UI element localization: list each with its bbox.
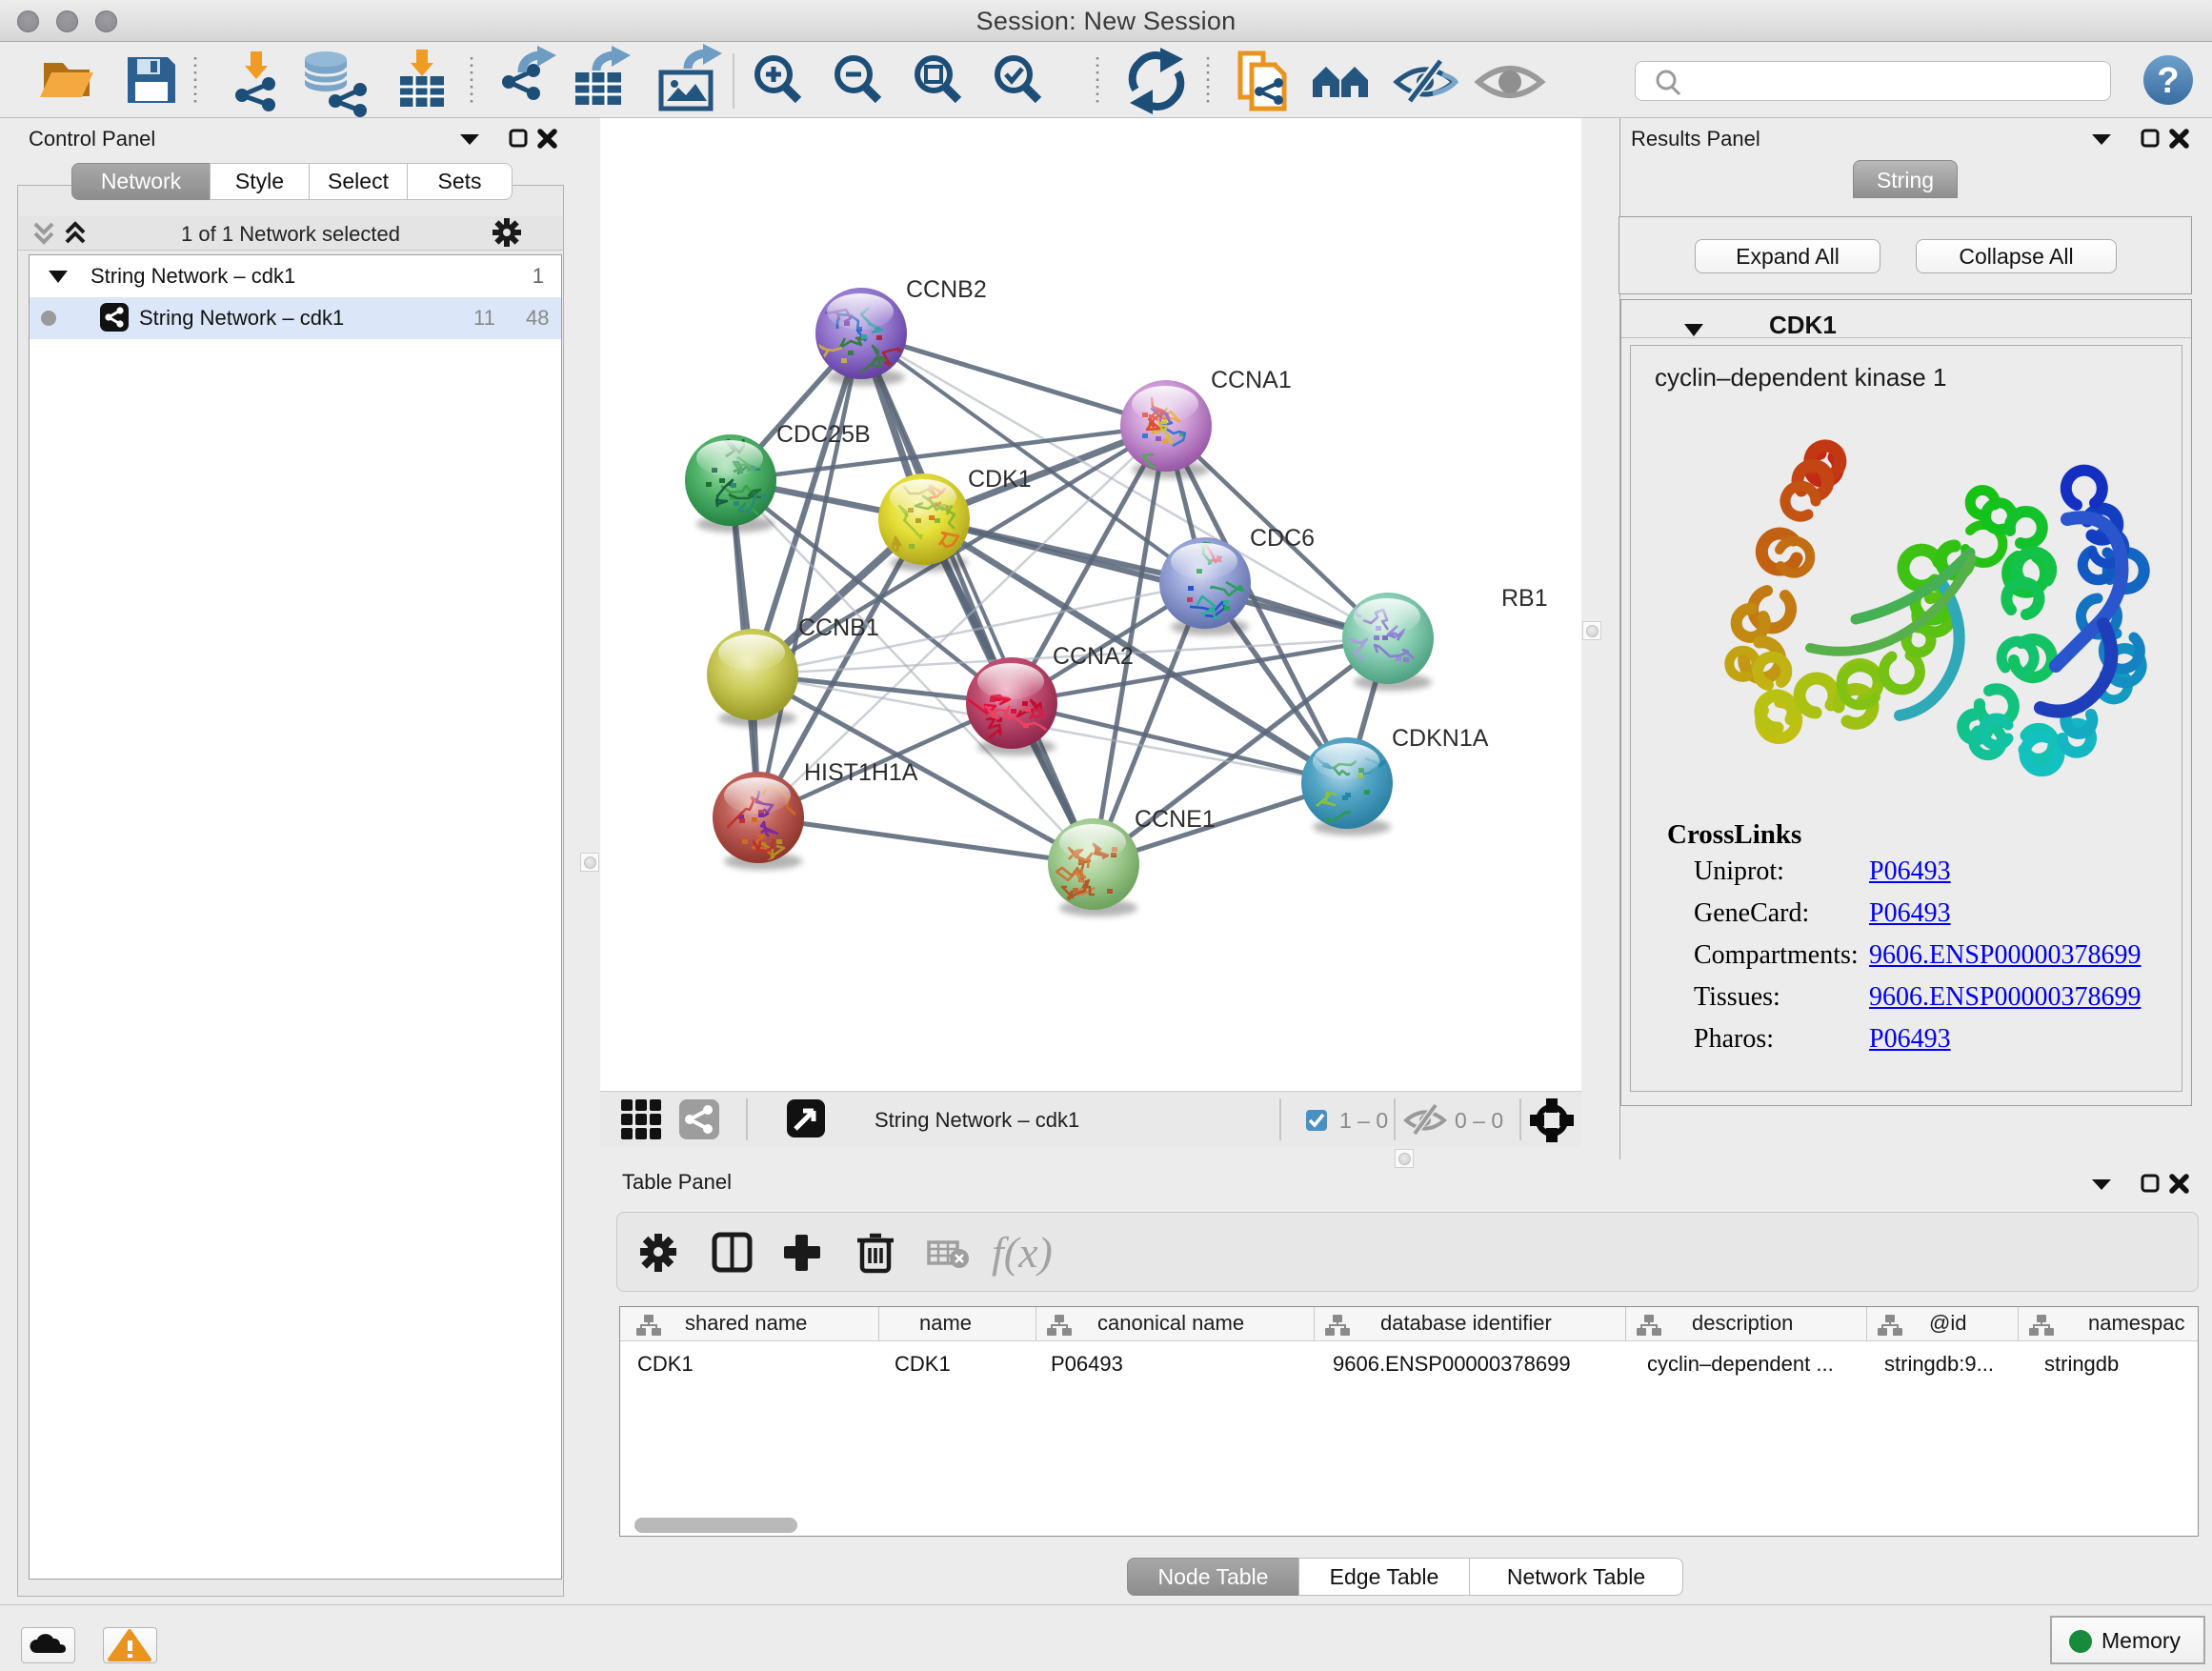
svg-text:CCNB2: CCNB2 [906, 276, 987, 303]
svg-text:f(x): f(x) [992, 1228, 1053, 1277]
svg-text:CDC25B: CDC25B [776, 421, 871, 448]
svg-text:0 – 0: 0 – 0 [1455, 1108, 1503, 1133]
svg-text:CDKN1A: CDKN1A [1392, 725, 1489, 752]
svg-text:1 – 0: 1 – 0 [1339, 1108, 1388, 1133]
svg-text:CDC6: CDC6 [1250, 525, 1315, 552]
svg-text:RB1: RB1 [1501, 585, 1548, 612]
svg-text:CCNB1: CCNB1 [798, 614, 879, 641]
svg-text:CCNA1: CCNA1 [1211, 367, 1292, 393]
svg-text:CDK1: CDK1 [968, 466, 1032, 493]
svg-text:?: ? [2157, 61, 2179, 101]
svg-text:HIST1H1A: HIST1H1A [804, 759, 918, 786]
svg-text:CCNA2: CCNA2 [1053, 643, 1134, 670]
svg-text:CCNE1: CCNE1 [1135, 806, 1216, 833]
